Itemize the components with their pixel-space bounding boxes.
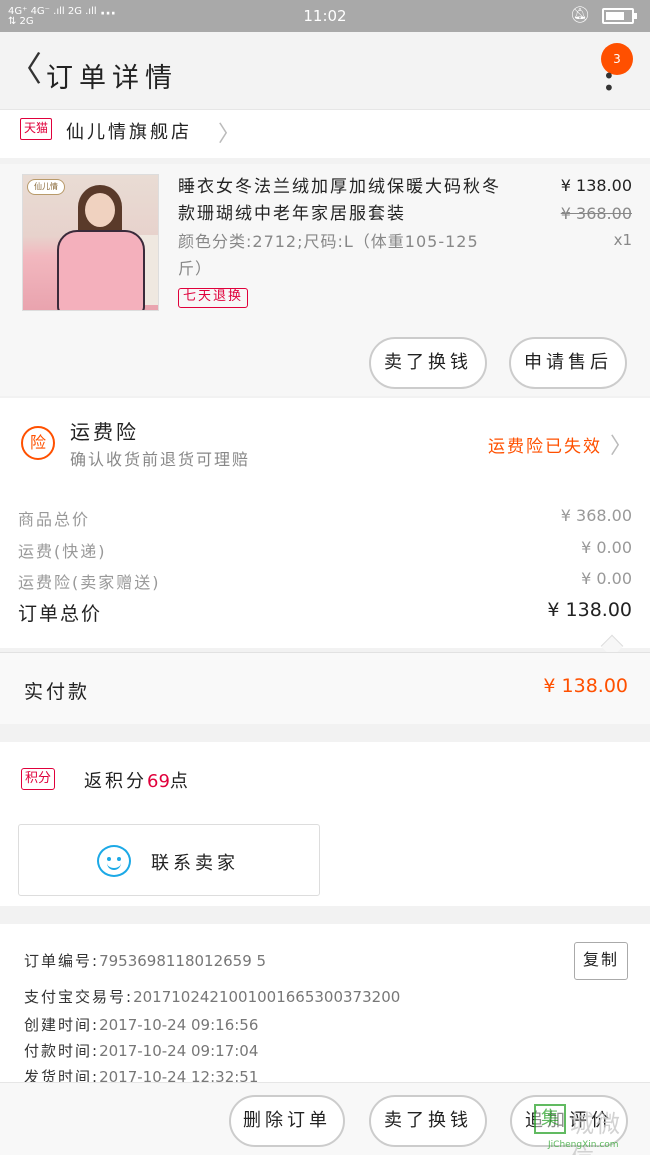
contact-seller-label: 联系卖家 — [151, 853, 239, 874]
points-section: 积分 返积分69点 联系卖家 — [0, 742, 650, 906]
points-suffix: 点 — [169, 771, 191, 792]
store-row[interactable]: 天猫 仙儿情旗舰店 〉 — [0, 110, 650, 158]
more-vertical-icon[interactable]: • • — [603, 66, 615, 98]
info-value: 2017102421001001665300373200 — [133, 988, 401, 1006]
fee-value: ¥ 368.00 — [560, 506, 632, 525]
fee-value: ¥ 0.00 — [581, 538, 632, 557]
status-bar: 4G⁺ 4G⁻ .ıll 2G .ıll ⇅ 2G ··· 11:02 🔕︎ — [0, 0, 650, 32]
chevron-left-icon[interactable]: 〈 — [8, 52, 42, 92]
order-total-row: 订单总价 ¥ 138.00 — [18, 599, 632, 625]
product-original-price: ¥ 368.00 — [560, 204, 632, 223]
fee-row: 运费险(卖家赠送) ¥ 0.00 — [18, 569, 632, 595]
actual-payment-label: 实付款 — [24, 681, 91, 703]
watermark-logo: 集 — [534, 1104, 566, 1134]
battery-icon — [602, 8, 637, 24]
seven-day-return-badge: 七天退换 — [178, 288, 249, 308]
order-total-value: ¥ 138.00 — [547, 599, 632, 621]
chevron-right-icon: 〉 — [218, 122, 241, 147]
product-price: ¥ 138.00 — [560, 176, 632, 195]
battery-fill — [606, 12, 624, 20]
shipping-insurance-row[interactable]: 险 运费险 确认收货前退货可理赔 运费险已失效 〉 — [0, 398, 650, 488]
watermark: 集 城微信 JiChengXin.com — [528, 1104, 646, 1155]
contact-seller-button[interactable]: 联系卖家 — [18, 824, 320, 896]
points-prefix: 返积分 — [84, 771, 147, 792]
info-value: 7953698118012659 5 — [99, 952, 267, 970]
insurance-title: 运费险 — [70, 420, 139, 444]
delete-order-button[interactable]: 删除订单 — [229, 1095, 345, 1147]
sell-item-button[interactable]: 卖了换钱 — [369, 1095, 487, 1147]
fee-label: 运费(快递) — [18, 542, 107, 561]
fee-label: 商品总价 — [18, 510, 91, 529]
insurance-status: 运费险已失效 — [488, 437, 602, 457]
order-total-label: 订单总价 — [18, 603, 103, 625]
fee-value: ¥ 0.00 — [581, 569, 632, 588]
info-value: 2017-10-24 09:17:04 — [99, 1042, 259, 1060]
product-image-logo: 仙儿情 — [27, 179, 65, 195]
fee-row: 商品总价 ¥ 368.00 — [18, 506, 632, 532]
points-value: 69 — [147, 771, 170, 792]
chat-face-icon — [97, 845, 131, 877]
image-pajamas — [57, 230, 145, 310]
created-time-row: 创建时间:2017-10-24 09:16:56 — [24, 1014, 258, 1035]
fee-row: 运费(快递) ¥ 0.00 — [18, 538, 632, 564]
after-sales-button[interactable]: 申请售后 — [509, 337, 627, 389]
actual-payment-row: 实付款 ¥ 138.00 — [0, 652, 650, 724]
store-name[interactable]: 仙儿情旗舰店 — [66, 118, 192, 144]
paid-time-row: 付款时间:2017-10-24 09:17:04 — [24, 1040, 258, 1061]
insurance-icon: 险 — [21, 426, 55, 460]
info-label: 支付宝交易号: — [24, 988, 134, 1006]
alipay-trade-row: 支付宝交易号:2017102421001001665300373200 — [24, 986, 400, 1007]
info-label: 订单编号: — [24, 952, 100, 970]
watermark-url: JiChengXin.com — [548, 1140, 619, 1150]
status-time: 11:02 — [303, 7, 347, 25]
product-quantity: x1 — [613, 231, 632, 249]
info-label: 创建时间: — [24, 1016, 100, 1034]
product-sku: 颜色分类:2712;尺码:L（体重105-125斤） — [178, 232, 479, 278]
image-face — [85, 193, 115, 227]
goods-card: 仙儿情 睡衣女冬法兰绒加厚加绒保暖大码秋冬款珊瑚绒中老年家居服套装 颜色分类:2… — [0, 164, 650, 396]
order-number-row: 订单编号:7953698118012659 5 — [24, 950, 266, 971]
sell-item-button[interactable]: 卖了换钱 — [369, 337, 487, 389]
bell-muted-icon: 🔕︎ — [570, 5, 591, 24]
nav-bar: 〈 订单详情 3 • • — [0, 32, 650, 110]
points-text: 返积分69点 — [84, 767, 191, 793]
copy-button[interactable]: 复制 — [574, 942, 628, 980]
product-image[interactable]: 仙儿情 — [22, 174, 159, 311]
points-tag: 积分 — [21, 768, 56, 790]
actual-payment-value: ¥ 138.00 — [543, 675, 628, 697]
insurance-subtitle: 确认收货前退货可理赔 — [70, 450, 251, 469]
info-value: 2017-10-24 09:16:56 — [99, 1016, 259, 1034]
info-label: 付款时间: — [24, 1042, 100, 1060]
fee-label: 运费险(卖家赠送) — [18, 573, 161, 592]
product-title[interactable]: 睡衣女冬法兰绒加厚加绒保暖大码秋冬款珊瑚绒中老年家居服套装 — [178, 174, 518, 228]
tmall-tag: 天猫 — [20, 118, 52, 140]
fee-summary: 商品总价 ¥ 368.00 运费(快递) ¥ 0.00 运费险(卖家赠送) ¥ … — [0, 488, 650, 658]
chevron-right-icon: 〉 — [609, 434, 632, 459]
page-title: 订单详情 — [46, 63, 178, 94]
